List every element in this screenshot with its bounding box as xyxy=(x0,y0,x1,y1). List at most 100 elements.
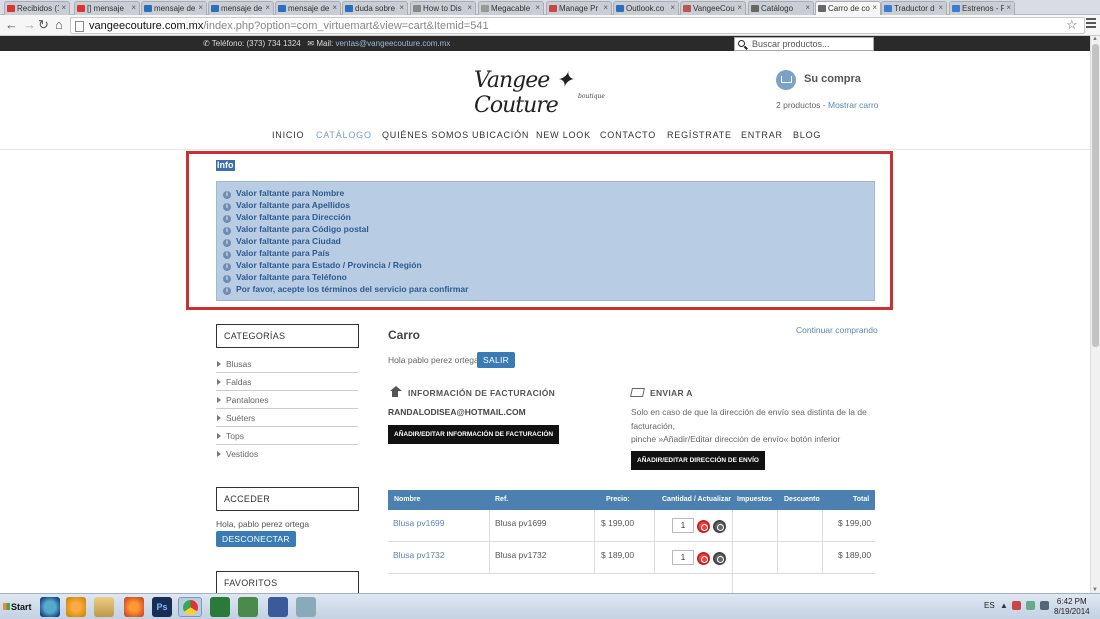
category-item[interactable]: Tops xyxy=(216,427,358,445)
tab-close-icon[interactable]: × xyxy=(198,3,203,12)
browser-tab[interactable]: Megacable × xyxy=(478,1,544,15)
exit-button[interactable]: SALIR xyxy=(477,352,516,368)
network-icon[interactable] xyxy=(1026,601,1035,610)
edit-billing-button[interactable]: AÑADIR/EDITAR INFORMACIÓN DE FACTURACIÓN xyxy=(388,425,560,444)
tab-close-icon[interactable]: × xyxy=(603,3,608,12)
forward-icon[interactable]: → xyxy=(23,17,36,33)
edit-shipping-button[interactable]: AÑADIR/EDITAR DIRECCIÓN DE ENVÍO xyxy=(631,451,765,470)
menu-icon[interactable] xyxy=(1086,18,1096,28)
category-item[interactable]: Pantalones xyxy=(216,391,358,409)
browser-tab[interactable]: duda sobre × xyxy=(342,1,408,15)
tab-close-icon[interactable]: × xyxy=(938,3,943,12)
nav-ubicacion[interactable]: UBICACIÓN xyxy=(472,130,529,140)
browser-tab[interactable]: Recibidos (1 × xyxy=(4,1,70,15)
nav-registrate[interactable]: REGÍSTRATE xyxy=(667,130,732,140)
tab-close-icon[interactable]: × xyxy=(805,3,810,12)
browser-tab[interactable]: mensaje de × xyxy=(208,1,274,15)
quantity-input[interactable]: 1 xyxy=(672,550,694,565)
tab-close-icon[interactable]: × xyxy=(535,3,540,12)
search-input[interactable]: Buscar productos... xyxy=(734,37,874,51)
language-indicator[interactable]: ES xyxy=(984,601,995,610)
excel-icon[interactable] xyxy=(210,597,230,617)
tab-close-icon[interactable]: × xyxy=(467,3,472,12)
nav-contacto[interactable]: CONTACTO xyxy=(600,130,656,140)
scrollbar-thumb[interactable] xyxy=(1092,44,1099,347)
tab-close-icon[interactable]: × xyxy=(737,3,742,12)
tab-close-icon[interactable]: × xyxy=(872,3,877,12)
network-app-icon[interactable] xyxy=(268,597,288,617)
browser-tab[interactable]: Manage Pr × xyxy=(546,1,612,15)
delete-icon[interactable] xyxy=(713,552,726,565)
bookmark-star-icon[interactable]: ☆ xyxy=(1066,17,1078,33)
category-item[interactable]: Suéters xyxy=(216,409,358,427)
photoshop-icon[interactable]: Ps xyxy=(152,597,172,617)
nav-entrar[interactable]: ENTRAR xyxy=(741,130,783,140)
browser-tab[interactable]: How to Dis × xyxy=(410,1,476,15)
chart-app-icon[interactable] xyxy=(238,597,258,617)
chrome-taskbar-button[interactable] xyxy=(178,597,202,617)
cart-title: Su compra xyxy=(804,73,861,85)
tool-app-icon[interactable] xyxy=(296,597,316,617)
nav-new-look[interactable]: NEW LOOK xyxy=(536,130,591,140)
category-item[interactable]: Faldas xyxy=(216,373,358,391)
site-logo[interactable]: Vangee ✦ Couture boutique xyxy=(474,66,619,118)
info-message: i Valor faltante para Apellidos xyxy=(223,200,350,211)
folder-icon[interactable] xyxy=(94,597,114,617)
show-cart-link[interactable]: Mostrar carro xyxy=(828,100,879,110)
mail-link[interactable]: ventas@vangeecouture.com.mx xyxy=(335,39,450,48)
tab-close-icon[interactable]: × xyxy=(670,3,675,12)
nav-blog[interactable]: BLOG xyxy=(793,130,821,140)
logout-button[interactable]: DESCONECTAR xyxy=(216,531,296,547)
product-name-link[interactable]: Blusa pv1699 xyxy=(393,518,445,528)
category-item[interactable]: Blusas xyxy=(216,355,358,373)
tab-close-icon[interactable]: × xyxy=(265,3,270,12)
back-icon[interactable]: ← xyxy=(5,17,18,33)
browser-tab[interactable]: Outlook.co × xyxy=(613,1,679,15)
tab-favicon-icon xyxy=(278,5,286,12)
start-button[interactable]: Start xyxy=(2,597,32,617)
category-item[interactable]: Vestidos xyxy=(216,445,358,463)
nav-inicio[interactable]: INICIO xyxy=(272,130,304,140)
clock[interactable]: 6:42 PM 8/19/2014 xyxy=(1054,597,1090,617)
browser-tab[interactable]: Traductor d × xyxy=(881,1,947,15)
url-bar[interactable]: vangeecouture.com.mx/index.php?option=co… xyxy=(70,17,1085,34)
tab-close-icon[interactable]: × xyxy=(1006,3,1011,12)
tab-close-icon[interactable]: × xyxy=(399,3,404,12)
delete-icon[interactable] xyxy=(713,520,726,533)
tab-label: Estrenos - P xyxy=(962,4,1004,13)
user-greeting: Hola, pablo perez ortega xyxy=(216,519,310,529)
tab-favicon-icon xyxy=(818,5,826,12)
tab-favicon-icon xyxy=(7,5,15,12)
scroll-up-icon[interactable]: ▲ xyxy=(1092,36,1098,42)
browser-tab[interactable]: Catálogo × xyxy=(748,1,814,15)
nav-quienes-somos[interactable]: QUIÉNES SOMOS xyxy=(382,130,469,140)
tab-close-icon[interactable]: × xyxy=(332,3,337,12)
browser-tab[interactable]: VangeeCou × xyxy=(680,1,746,15)
firefox-icon[interactable] xyxy=(124,597,144,617)
update-icon[interactable] xyxy=(697,552,710,565)
nav-catalogo[interactable]: CATÁLOGO xyxy=(316,130,372,140)
reload-icon[interactable]: ↻ xyxy=(38,17,49,33)
flag-icon[interactable] xyxy=(1012,601,1021,610)
volume-icon[interactable] xyxy=(1040,601,1049,610)
scrollbar[interactable]: ▲ ▼ xyxy=(1090,36,1100,593)
info-message-box: i Valor faltante para Nombre i Valor falta… xyxy=(216,181,875,301)
home-icon[interactable]: ⌂ xyxy=(55,17,63,33)
tab-close-icon[interactable]: × xyxy=(61,3,66,12)
media-player-icon[interactable] xyxy=(66,597,86,617)
tab-close-icon[interactable]: × xyxy=(131,3,136,12)
browser-tab[interactable]: mensaje de × xyxy=(141,1,207,15)
tab-label: Traductor d xyxy=(894,4,935,13)
browser-tab[interactable]: Carro de co × xyxy=(815,1,881,16)
browser-tab[interactable]: mensaje de × xyxy=(275,1,341,15)
product-name-link[interactable]: Blusa pv1732 xyxy=(393,550,445,560)
browser-tab[interactable]: [] mensaje × xyxy=(74,1,140,15)
ie-icon[interactable] xyxy=(40,597,60,617)
show-hidden-icons-icon[interactable]: ▲ xyxy=(1000,601,1008,610)
update-icon[interactable] xyxy=(697,520,710,533)
browser-tab[interactable]: Estrenos - P × xyxy=(949,1,1015,15)
quantity-input[interactable]: 1 xyxy=(672,518,694,533)
shipping-title: ENVIAR A xyxy=(650,388,693,398)
continue-shopping-link[interactable]: Continuar comprando xyxy=(796,325,878,335)
page-title: Carro xyxy=(388,328,421,342)
